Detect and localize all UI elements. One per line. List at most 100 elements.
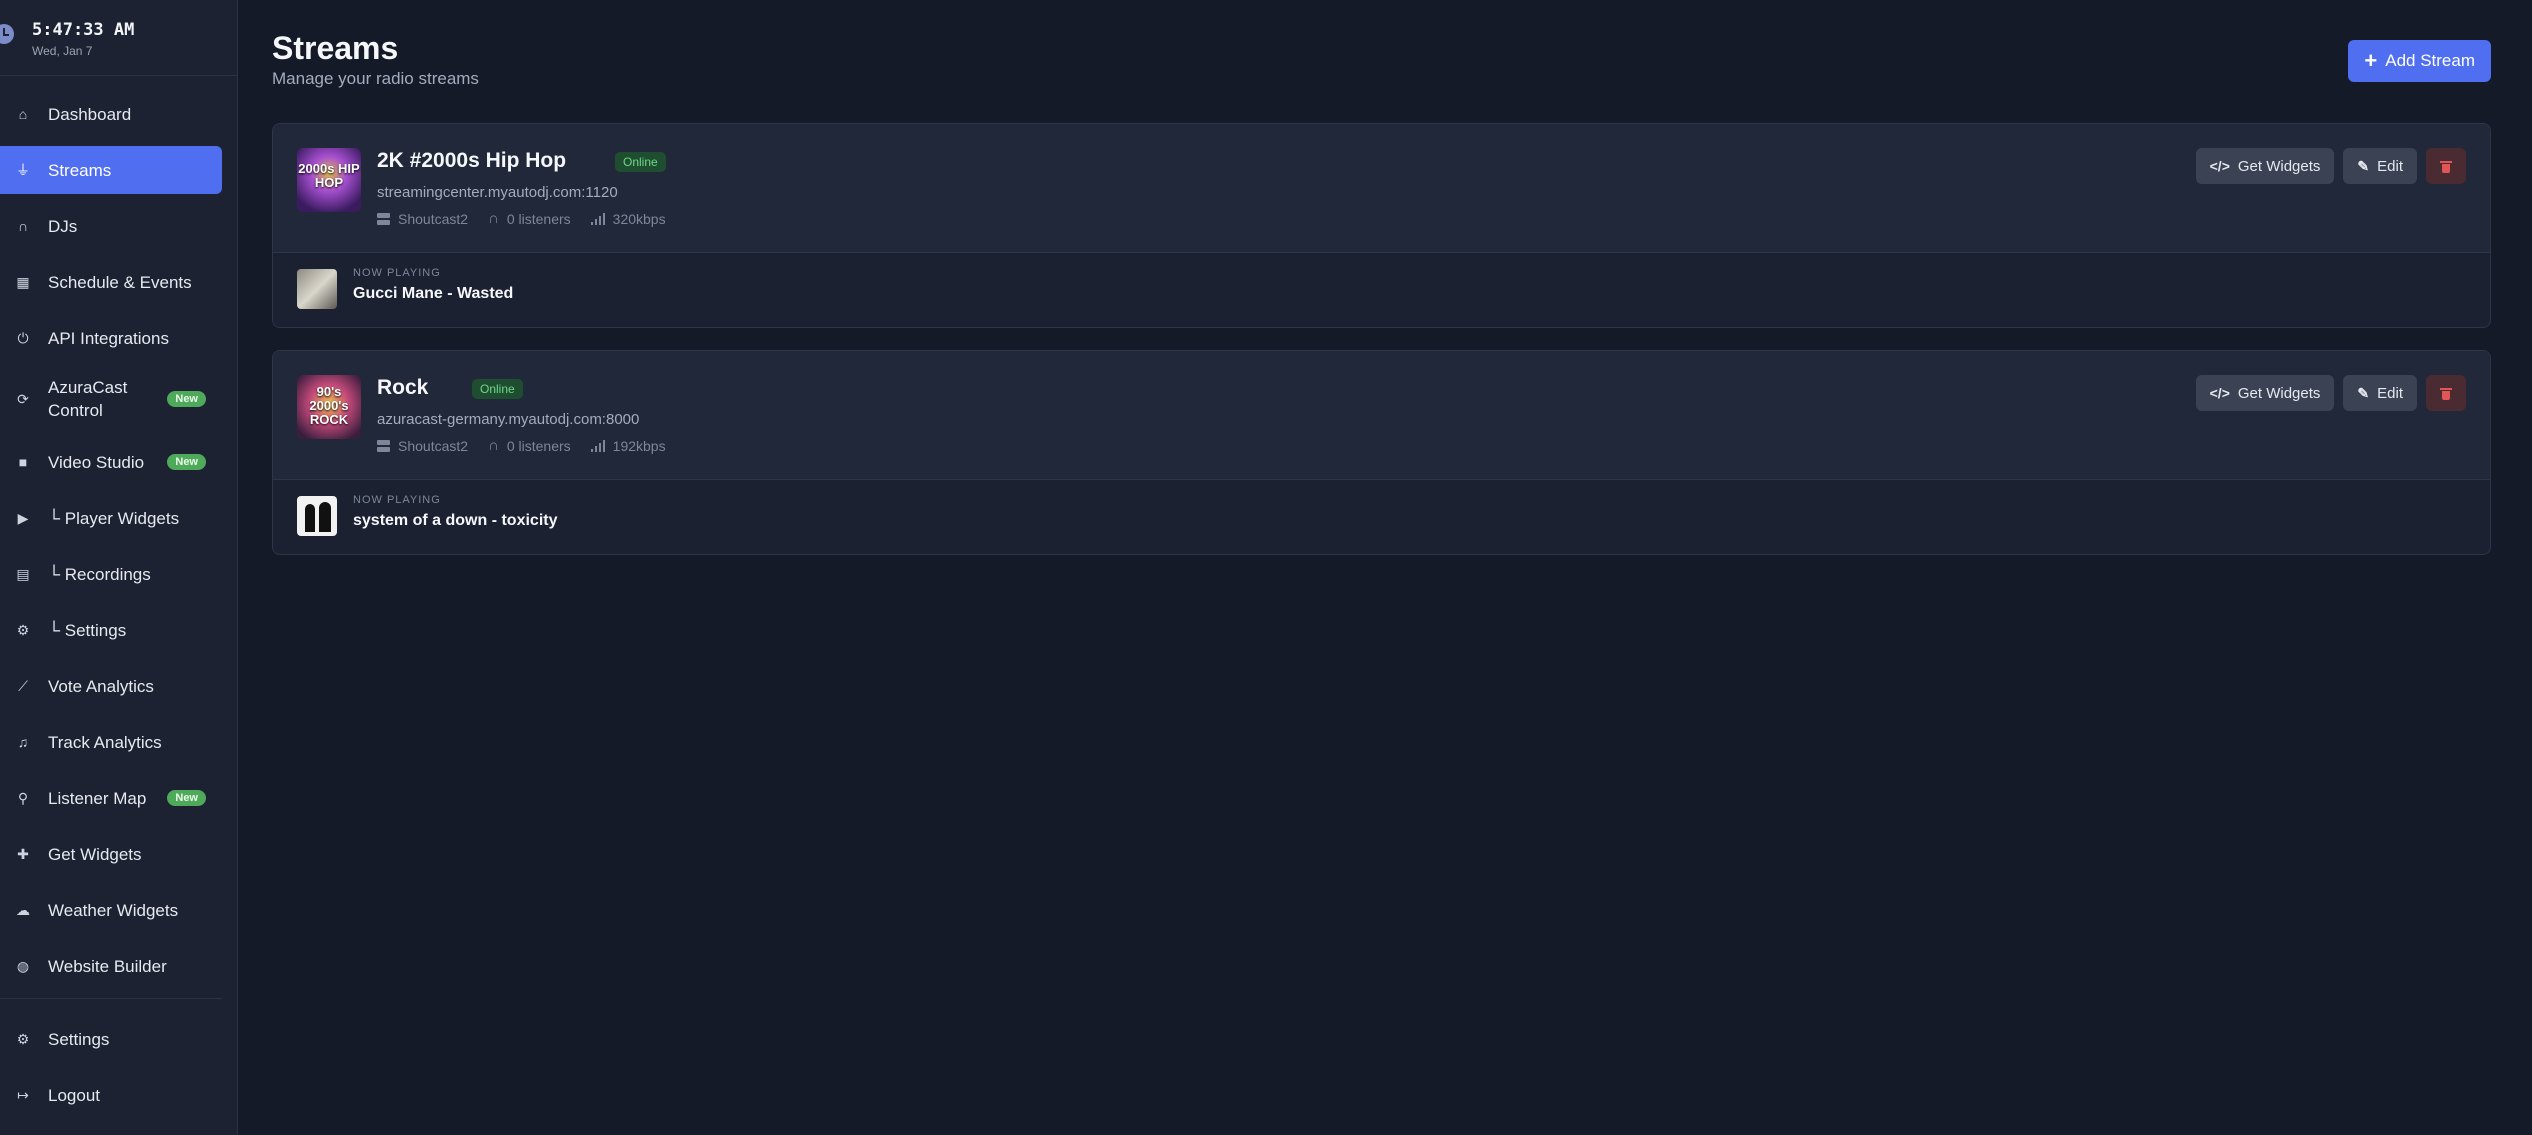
map-icon: ⚲ (17, 789, 29, 806)
listener-count: ∩ 0 listeners (488, 437, 571, 454)
trash-icon (2440, 160, 2452, 173)
now-playing-art (297, 269, 337, 309)
edit-label: Edit (2377, 157, 2403, 175)
sidebar-item-listener-map[interactable]: ⚲ Listener Map New (0, 774, 222, 822)
sidebar-item-streams[interactable]: ⏚ Streams (0, 146, 222, 194)
stream-actions: </> Get Widgets ✎ Edit (2195, 148, 2466, 184)
add-stream-button[interactable]: + Add Stream (2348, 40, 2491, 82)
stream-cover-image: 90's 2000's ROCK (297, 375, 361, 439)
listener-count: ∩ 0 listeners (488, 210, 571, 227)
bitrate-label: 320kbps (612, 210, 666, 227)
globe-icon: ◍ (16, 957, 30, 974)
sync-icon: ⟳ (17, 390, 29, 407)
sidebar-item-label: DJs (48, 216, 78, 236)
edit-icon: ✎ (2357, 384, 2370, 401)
sidebar-item-vote-analytics[interactable]: ⟋ Vote Analytics (0, 662, 222, 710)
bitrate-label: 192kbps (612, 437, 666, 454)
play-circle-icon: ▶ (17, 509, 29, 526)
clock-time: 5:47:33 AM (32, 20, 135, 40)
get-widgets-button[interactable]: </> Get Widgets (2195, 375, 2335, 411)
sidebar-item-label: └ Player Widgets (48, 508, 180, 528)
edit-label: Edit (2377, 384, 2403, 402)
status-badge: Online (472, 379, 523, 399)
sidebar-item-label: └ Recordings (48, 564, 151, 584)
cover-text: 90's 2000's ROCK (309, 384, 349, 427)
stream-card: 2000s HIP HOP 2K #2000s Hip Hop Online s… (272, 123, 2491, 328)
sidebar-item-api-integrations[interactable]: ⏻ API Integrations (0, 314, 222, 362)
film-icon: ▤ (16, 565, 30, 582)
listener-count-label: 0 listeners (506, 210, 571, 227)
edit-button[interactable]: ✎ Edit (2343, 375, 2417, 411)
headphones-icon: ∩ (488, 210, 499, 227)
stream-actions: </> Get Widgets ✎ Edit (2195, 375, 2466, 411)
sidebar-item-label: Get Widgets (48, 844, 142, 864)
home-icon: ⌂ (18, 106, 28, 122)
server-type-label: Shoutcast2 (398, 437, 469, 454)
server-type: Shoutcast2 (377, 437, 468, 454)
sidebar-item-recordings[interactable]: ▤ └ Recordings (0, 550, 222, 598)
page-subtitle: Manage your radio streams (272, 69, 479, 88)
bitrate: 320kbps (590, 210, 666, 227)
sidebar-item-azuracast-control[interactable]: ⟳ AzuraCast Control New (0, 370, 222, 428)
sidebar: 5:47:33 AM Wed, Jan 7 ⌂ Dashboard ⏚ Stre… (0, 0, 238, 1135)
sidebar-item-label: Vote Analytics (48, 676, 154, 696)
listener-count-label: 0 listeners (506, 437, 571, 454)
sidebar-item-dashboard[interactable]: ⌂ Dashboard (0, 90, 222, 138)
sidebar-item-weather-widgets[interactable]: ☁ Weather Widgets (0, 886, 222, 934)
new-badge: New (167, 391, 206, 407)
sidebar-item-get-widgets[interactable]: ✚ Get Widgets (0, 830, 222, 878)
sidebar-item-track-analytics[interactable]: ♫ Track Analytics (0, 718, 222, 766)
sidebar-item-label: Video Studio (48, 452, 145, 472)
gear-icon: ⚙ (16, 1030, 30, 1047)
sidebar-item-djs[interactable]: ∩ DJs (0, 202, 222, 250)
logout-icon: ↦ (17, 1086, 29, 1103)
sidebar-item-label: Schedule & Events (48, 272, 192, 292)
sidebar-item-label: Settings (48, 1029, 110, 1049)
plug-icon: ⏻ (17, 329, 29, 346)
cover-text: 2000s HIP HOP (298, 161, 360, 190)
sidebar-item-label: Dashboard (48, 104, 132, 124)
calendar-icon: ▦ (16, 273, 30, 290)
edit-button[interactable]: ✎ Edit (2343, 148, 2417, 184)
line-chart-icon: ⟋ (18, 677, 28, 694)
new-badge: New (167, 454, 206, 470)
code-icon: </> (2209, 385, 2230, 401)
edit-icon: ✎ (2357, 157, 2370, 174)
stream-card-header: 90's 2000's ROCK Rock Online azuracast-g… (273, 351, 2490, 480)
sidebar-item-label: Logout (48, 1085, 100, 1105)
signal-icon (590, 439, 605, 452)
get-widgets-label: Get Widgets (2237, 384, 2321, 402)
stream-meta: Shoutcast2 ∩ 0 listeners 320kbps (377, 210, 666, 227)
status-badge: Online (615, 152, 666, 172)
sidebar-item-settings[interactable]: ⚙ Settings (0, 1015, 222, 1063)
sidebar-divider (0, 998, 222, 999)
stream-meta: Shoutcast2 ∩ 0 listeners 192kbps (377, 437, 666, 454)
sidebar-item-label: Track Analytics (48, 732, 162, 752)
get-widgets-label: Get Widgets (2237, 157, 2321, 175)
get-widgets-button[interactable]: </> Get Widgets (2195, 148, 2335, 184)
delete-button[interactable] (2426, 375, 2466, 411)
sidebar-item-label: └ Settings (48, 620, 127, 640)
now-playing-label: NOW PLAYING (353, 267, 441, 279)
sidebar-item-schedule-events[interactable]: ▦ Schedule & Events (0, 258, 222, 306)
sidebar-item-player-widgets[interactable]: ▶ └ Player Widgets (0, 494, 222, 542)
music-icon: ♫ (17, 734, 29, 750)
now-playing-track: Gucci Mane - Wasted (353, 285, 514, 302)
video-icon: ■ (18, 454, 28, 470)
sidebar-item-video-studio[interactable]: ■ Video Studio New (0, 438, 222, 486)
delete-button[interactable] (2426, 148, 2466, 184)
headphones-icon: ∩ (17, 218, 29, 234)
sidebar-item-label: Streams (48, 160, 112, 180)
sidebar-item-label: AzuraCast Control (48, 378, 128, 420)
code-icon: </> (2209, 158, 2230, 174)
sidebar-item-website-builder[interactable]: ◍ Website Builder (0, 942, 222, 990)
clock-widget: 5:47:33 AM Wed, Jan 7 (0, 0, 237, 76)
clock-icon (0, 24, 14, 44)
now-playing-label: NOW PLAYING (353, 494, 441, 506)
plus-icon: + (2364, 48, 2378, 73)
sidebar-item-video-settings[interactable]: ⚙ └ Settings (0, 606, 222, 654)
main-content: Streams Manage your radio streams + Add … (238, 0, 2532, 1135)
stream-url: azuracast-germany.myautodj.com:8000 (377, 411, 640, 428)
now-playing-track: system of a down - toxicity (353, 512, 558, 529)
sidebar-item-logout[interactable]: ↦ Logout (0, 1071, 222, 1119)
